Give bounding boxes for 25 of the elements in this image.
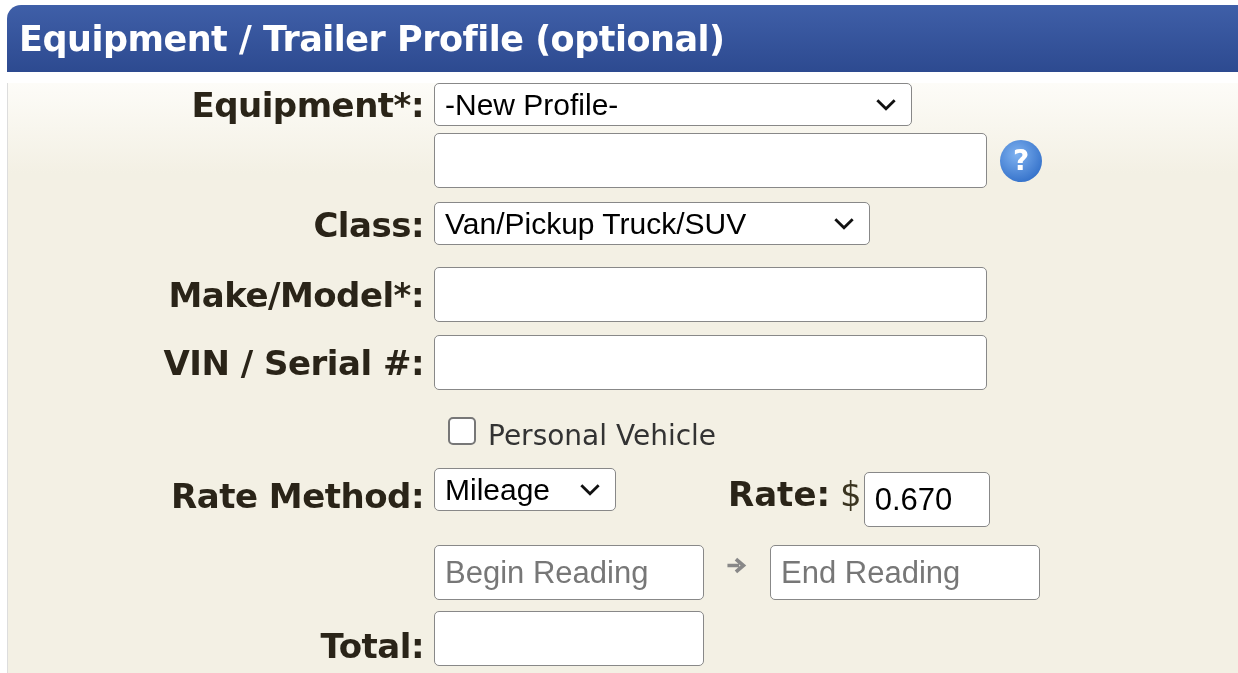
caret-icon: [579, 483, 601, 496]
field-label: Equipment*:: [190, 84, 425, 125]
field-label: Rate:: [728, 474, 831, 514]
checkbox-label[interactable]: Personal Vehicle: [488, 418, 717, 452]
checkbox[interactable]: [448, 417, 476, 445]
panel-title: Equipment / Trailer Profile (optional): [19, 18, 725, 59]
class-select[interactable]: Van/Pickup Truck/SUV: [434, 202, 870, 245]
rate-field[interactable]: 0.670: [863, 472, 990, 527]
begin-reading-field[interactable]: Begin Reading: [434, 545, 704, 600]
caret-icon: [833, 217, 855, 230]
arrow-icon: [726, 557, 748, 574]
field-label: Rate Method:: [170, 476, 425, 516]
make-model-field[interactable]: [434, 267, 987, 322]
vin-field[interactable]: [434, 335, 987, 390]
equipment-select[interactable]: -New Profile-: [434, 83, 912, 126]
caret-icon: [875, 98, 897, 111]
field-label: VIN / Serial #:: [162, 342, 425, 383]
field-label: Total:: [319, 626, 425, 666]
currency-symbol: $: [840, 474, 862, 514]
total-field[interactable]: [434, 611, 704, 666]
field-label: Make/Model*:: [167, 274, 425, 315]
input-field[interactable]: [434, 133, 987, 188]
field-label: Class:: [312, 205, 425, 245]
end-reading-field[interactable]: End Reading: [770, 545, 1040, 600]
rate-method-select[interactable]: Mileage: [434, 468, 616, 511]
